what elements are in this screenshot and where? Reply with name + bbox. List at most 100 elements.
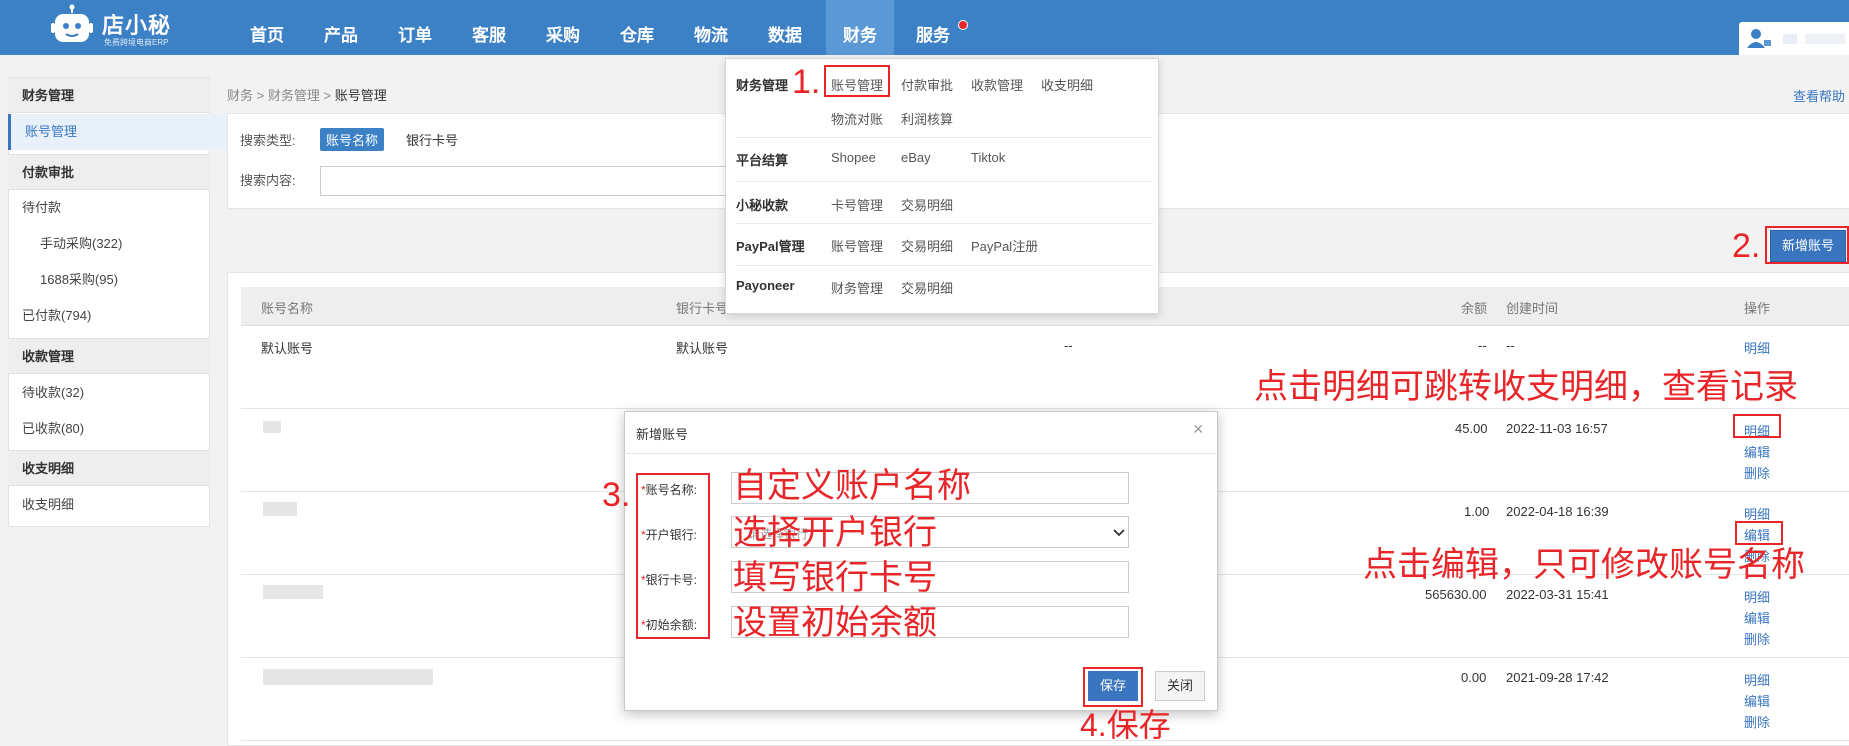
header-operations: 操作 [1744,301,1771,316]
dropdown-section-paypal: PayPal管理 [736,239,805,254]
nav-service[interactable]: 客服 [462,0,516,55]
user-menu[interactable] [1739,22,1849,55]
search-type-card-number[interactable]: 银行卡号 [406,130,458,149]
row-edit-link[interactable]: 编辑 [1744,608,1770,627]
dropdown-profit-accounting[interactable]: 利润核算 [901,109,953,128]
row-detail-link[interactable]: 明细 [1744,670,1770,689]
dialog-header [624,411,1216,454]
cell-account-name: 默认账号 [261,341,314,356]
nav-order[interactable]: 订单 [388,0,442,55]
row-edit-link[interactable]: 编辑 [1744,691,1770,710]
label-initial-balance: *初始余额: [641,618,698,632]
nav-warehouse[interactable]: 仓库 [610,0,664,55]
dropdown-transaction-detail[interactable]: 交易明细 [901,195,953,214]
annotation-edit-note: 点击编辑，只可修改账号名称 [1363,546,1805,584]
sidebar-group-receipt-management: 收款管理 [8,338,210,374]
cell-placeholder: -- [1064,338,1073,353]
brand-subtitle: 免费跨境电商ERP [104,38,169,47]
nav-logistics[interactable]: 物流 [684,0,738,55]
cell-balance: 1.00 [1464,504,1490,519]
help-link[interactable]: 查看帮助 [1793,86,1845,105]
cell-created: 2021-09-28 17:42 [1506,670,1609,685]
dropdown-section-finance: 财务管理 [736,78,789,93]
finance-dropdown-menu [725,58,1159,314]
annotation-detail-note: 点击明细可跳转收支明细，查看记录 [1254,368,1798,406]
brand-name: 店小秘 [102,13,172,38]
header-card-number: 银行卡号 [676,301,729,316]
cell-created: 2022-04-18 16:39 [1506,504,1609,519]
highlight-edit-link [1735,521,1783,545]
chevron-down-icon [1113,529,1125,537]
cell-balance: 0.00 [1461,670,1487,685]
user-name-blurred [1783,34,1797,44]
annotation-account-name: 自定义账户名称 [733,467,971,505]
logo[interactable]: 店小秘 免费跨境电商ERP [50,4,190,50]
dropdown-paypal-account[interactable]: 账号管理 [831,236,883,255]
sidebar-item-pending-payment[interactable]: 待付款 [8,190,210,226]
highlight-add-account [1765,226,1849,264]
breadcrumb-finance[interactable]: 财务 [227,88,253,103]
annotation-step2: 2. [1732,227,1761,265]
highlight-detail-link [1733,414,1781,438]
search-content-label: 搜索内容: [240,173,296,188]
dropdown-section-xiaomi-receipt: 小秘收款 [736,198,789,213]
sidebar-item-income-expense-detail[interactable]: 收支明细 [8,487,210,523]
dropdown-payoneer-finance[interactable]: 财务管理 [831,278,883,297]
label-bank: *开户银行: [641,528,698,542]
row-delete-link[interactable]: 删除 [1744,463,1770,482]
dropdown-card-management[interactable]: 卡号管理 [831,195,883,214]
nav-data[interactable]: 数据 [758,0,812,55]
cell-balance: -- [1478,338,1487,353]
dropdown-logistics-reconcile[interactable]: 物流对账 [831,109,883,128]
row-edit-link[interactable]: 编辑 [1744,442,1770,461]
sidebar-item-pending-receipt[interactable]: 待收款(32) [8,375,210,411]
sidebar-item-received[interactable]: 已收款(80) [8,411,210,447]
search-type-label: 搜索类型: [240,133,296,148]
row-detail-link[interactable]: 明细 [1744,587,1770,606]
sidebar-item-account-management[interactable]: 账号管理 [8,114,227,150]
row-delete-link[interactable]: 删除 [1744,629,1770,648]
annotation-step1: 1. [792,63,821,101]
robot-logo-icon [51,4,93,42]
dropdown-paypal-transactions[interactable]: 交易明细 [901,236,953,255]
dropdown-paypal-register[interactable]: PayPal注册 [971,236,1038,255]
sidebar-item-1688-purchase[interactable]: 1688采购(95) [8,262,210,298]
cell-balance: 565630.00 [1425,587,1487,602]
user-name-blurred [1805,34,1845,44]
nav-finance[interactable]: 财务 [826,0,894,55]
blurred-account-name [263,502,297,516]
nav-home[interactable]: 首页 [240,0,294,55]
highlight-save [1083,667,1143,707]
sidebar-group-finance: 财务管理 [8,77,210,113]
label-account-name: *账号名称: [641,483,698,497]
breadcrumb-finance-management[interactable]: 财务管理 [268,88,320,103]
search-content-input[interactable] [320,166,730,196]
header-created: 创建时间 [1506,301,1559,316]
nav-purchase[interactable]: 采购 [536,0,590,55]
breadcrumb-current: 账号管理 [334,88,387,103]
nav-services[interactable]: 服务 [906,0,960,55]
breadcrumb: 财务 > 财务管理 > 账号管理 [227,88,387,103]
blurred-account-name [263,585,323,599]
dropdown-income-expense[interactable]: 收支明细 [1041,75,1093,94]
nav-product[interactable]: 产品 [314,0,368,55]
sidebar-item-paid[interactable]: 已付款(794) [8,298,210,334]
annotation-initial-balance: 设置初始余额 [733,604,937,642]
cell-balance: 45.00 [1455,421,1488,436]
row-delete-link[interactable]: 删除 [1744,712,1770,731]
user-icon [1747,29,1771,48]
dropdown-ebay[interactable]: eBay [901,150,931,165]
dropdown-tiktok[interactable]: Tiktok [971,150,1005,165]
dropdown-payment-approval[interactable]: 付款审批 [901,75,953,94]
dropdown-payoneer-transactions[interactable]: 交易明细 [901,278,953,297]
header-account-name: 账号名称 [261,301,314,316]
row-detail-link[interactable]: 明细 [1744,338,1770,357]
close-icon[interactable]: × [1193,419,1204,440]
search-type-account-name[interactable]: 账号名称 [320,128,385,151]
sidebar-item-manual-purchase[interactable]: 手动采购(322) [8,226,210,262]
cancel-button[interactable]: 关闭 [1155,671,1205,701]
sidebar-group-income-expense: 收支明细 [8,450,210,486]
dropdown-shopee[interactable]: Shopee [831,150,876,165]
dropdown-receipt-management[interactable]: 收款管理 [971,75,1023,94]
cell-created: 2022-11-03 16:57 [1506,421,1608,436]
